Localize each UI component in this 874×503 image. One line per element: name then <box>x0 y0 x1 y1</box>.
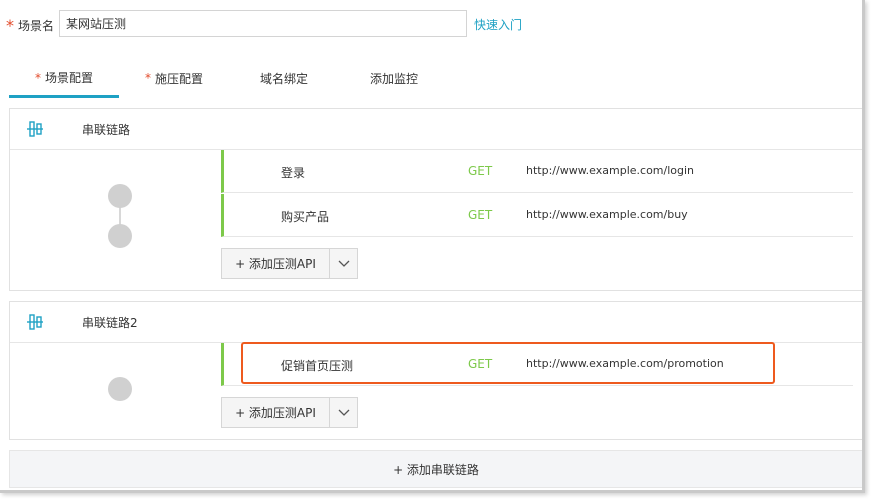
chain-link-icon <box>27 314 43 330</box>
add-api-dropdown[interactable] <box>330 249 357 278</box>
add-api-button[interactable]: + 添加压测API <box>222 249 330 278</box>
api-row-promotion[interactable]: 促销首页压测 GET http://www.example.com/promot… <box>221 343 853 386</box>
api-url: http://www.example.com/promotion <box>526 357 724 370</box>
tab-domain-binding[interactable]: 域名绑定 <box>229 60 339 96</box>
api-method: GET <box>468 208 493 222</box>
flow-node <box>108 184 132 208</box>
add-api-button-group: + 添加压测API <box>221 397 358 428</box>
tab-label: 场景配置 <box>44 71 93 85</box>
tab-label: 施压配置 <box>154 71 203 86</box>
tab-pressure-config[interactable]: * 施压配置 <box>119 60 229 96</box>
config-tabs: * 场景配置 * 施压配置 域名绑定 添加监控 <box>9 60 862 98</box>
scene-name-label: 场景名 <box>18 19 55 33</box>
add-api-dropdown[interactable] <box>330 398 357 427</box>
scene-name-input[interactable] <box>59 10 467 37</box>
scene-name-row: * 场景名 <box>6 12 54 39</box>
tab-required-mark: * <box>144 71 151 85</box>
api-row-buy[interactable]: 购买产品 GET http://www.example.com/buy <box>221 194 853 237</box>
api-name: 购买产品 <box>281 210 330 224</box>
required-mark: * <box>6 16 14 35</box>
api-url: http://www.example.com/login <box>526 164 695 177</box>
tab-label: 域名绑定 <box>259 71 308 86</box>
api-name: 登录 <box>281 166 306 180</box>
flow-node <box>108 377 132 401</box>
chain-title: 串联链路 <box>82 123 131 137</box>
api-row-login[interactable]: 登录 GET http://www.example.com/login <box>221 150 853 193</box>
api-name: 促销首页压测 <box>281 359 354 373</box>
tab-label: 添加监控 <box>369 71 418 86</box>
api-method: GET <box>468 357 493 371</box>
chain-header: 串联链路2 <box>10 302 862 343</box>
chevron-down-icon <box>338 409 349 416</box>
chevron-down-icon <box>338 260 349 267</box>
tab-add-monitor[interactable]: 添加监控 <box>339 60 449 96</box>
tab-required-mark: * <box>34 70 41 85</box>
chain-link-icon <box>27 121 43 137</box>
add-api-button-group: + 添加压测API <box>221 248 358 279</box>
flow-node <box>108 224 132 248</box>
quick-start-link[interactable]: 快速入门 <box>474 16 522 33</box>
add-chain-button[interactable]: + 添加串联链路 <box>9 450 862 488</box>
chain-title: 串联链路2 <box>82 316 138 330</box>
add-api-button[interactable]: + 添加压测API <box>222 398 330 427</box>
api-method: GET <box>468 164 493 178</box>
api-url: http://www.example.com/buy <box>526 208 688 221</box>
tab-scene-config[interactable]: * 场景配置 <box>9 60 119 98</box>
chain-header: 串联链路 <box>10 109 862 150</box>
